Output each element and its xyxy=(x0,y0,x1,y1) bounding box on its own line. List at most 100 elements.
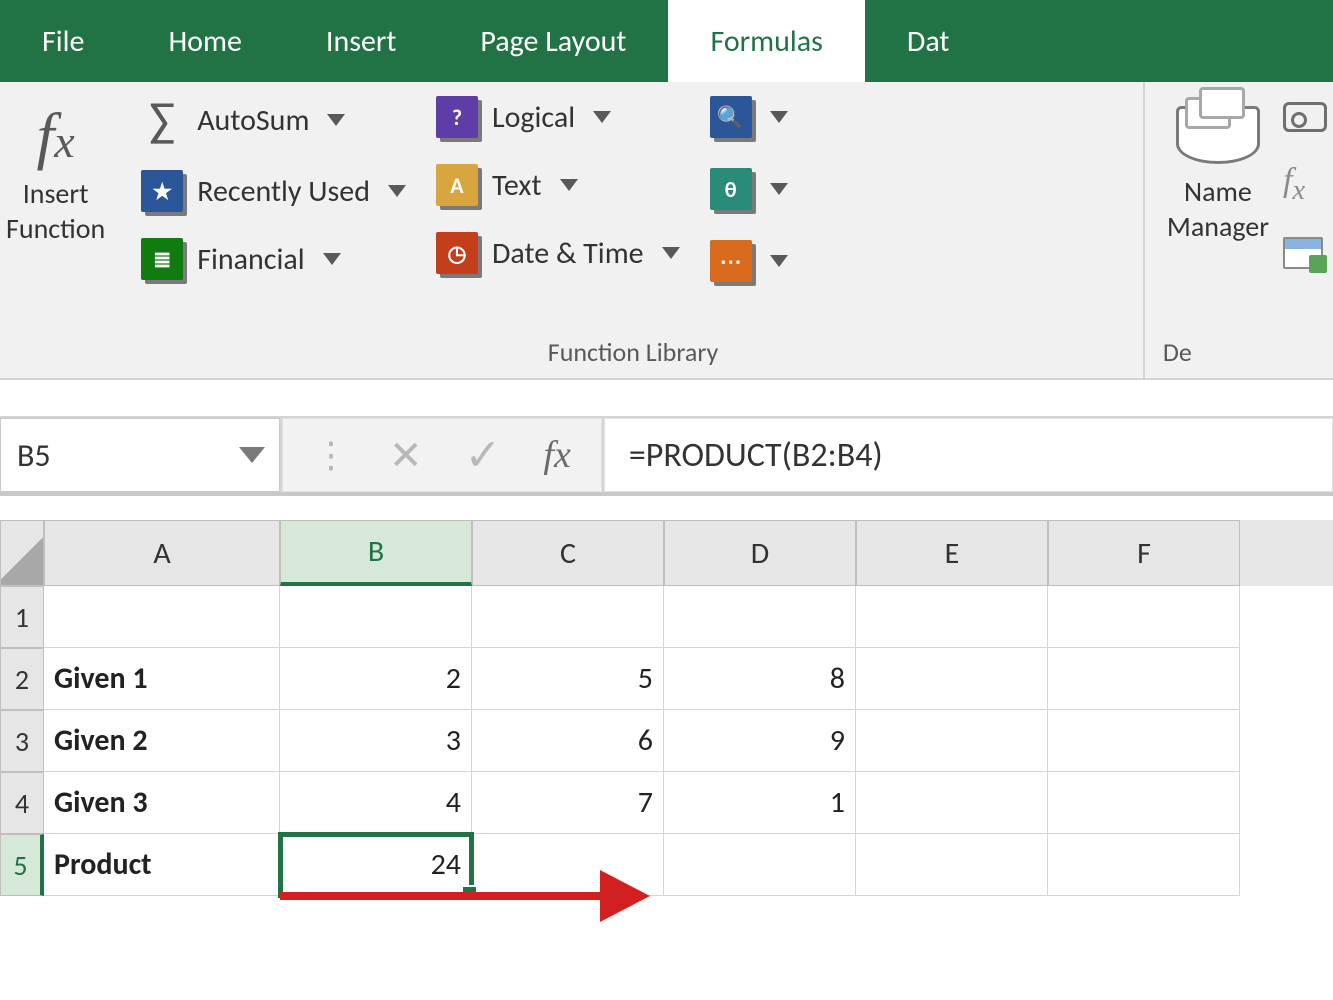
cell-C5[interactable] xyxy=(472,834,664,896)
dropdown-arrow-icon xyxy=(560,179,578,191)
fx-small-icon: fx xyxy=(1283,162,1305,207)
cell-D1[interactable] xyxy=(664,586,856,648)
create-from-selection-button[interactable] xyxy=(1283,237,1327,269)
cell-B2[interactable]: 2 xyxy=(280,648,472,710)
row-header-5[interactable]: 5 xyxy=(0,834,44,896)
formula-bar: B5 ⋮ ✕ ✓ fx =PRODUCT(B2:B4) xyxy=(0,416,1333,496)
fx-icon: fx xyxy=(37,104,75,168)
logical-button[interactable]: ? Logical xyxy=(436,96,680,138)
cell-D4[interactable]: 1 xyxy=(664,772,856,834)
ribbon-tabs: File Home Insert Page Layout Formulas Da… xyxy=(0,0,1333,82)
recently-used-button[interactable]: ★ Recently Used xyxy=(141,170,406,212)
cell-B1[interactable] xyxy=(280,586,472,648)
cell-B4[interactable]: 4 xyxy=(280,772,472,834)
formula-input[interactable]: =PRODUCT(B2:B4) xyxy=(604,418,1333,492)
more-book-icon: ⋯ xyxy=(710,240,752,282)
dropdown-arrow-icon xyxy=(770,255,788,267)
row-header-2[interactable]: 2 xyxy=(0,648,44,710)
column-headers: A B C D E F xyxy=(0,520,1333,586)
cell-A1[interactable] xyxy=(44,586,280,648)
col-header-B[interactable]: B xyxy=(280,520,472,586)
math-book-icon: θ xyxy=(710,168,752,210)
text-book-icon: A xyxy=(436,164,478,206)
name-manager-label: Name Manager xyxy=(1167,174,1269,244)
text-label: Text xyxy=(492,167,542,204)
insert-function-label: Insert Function xyxy=(6,176,105,246)
math-trig-button[interactable]: θ xyxy=(710,168,788,210)
dropdown-arrow-icon xyxy=(388,185,406,197)
tab-insert[interactable]: Insert xyxy=(284,0,439,82)
cell-E2[interactable] xyxy=(856,648,1048,710)
dropdown-arrow-icon xyxy=(770,183,788,195)
name-manager-button[interactable]: Name Manager xyxy=(1157,92,1279,328)
col-header-F[interactable]: F xyxy=(1048,520,1240,586)
tab-formulas[interactable]: Formulas xyxy=(668,0,864,82)
cell-A3[interactable]: Given 2 xyxy=(44,710,280,772)
date-time-button[interactable]: ◷ Date & Time xyxy=(436,232,680,274)
expand-formula-icon[interactable]: ⋮ xyxy=(313,433,347,477)
name-box-value: B5 xyxy=(17,436,51,475)
cell-E5[interactable] xyxy=(856,834,1048,896)
cell-E1[interactable] xyxy=(856,586,1048,648)
create-selection-icon xyxy=(1283,237,1323,269)
cell-F4[interactable] xyxy=(1048,772,1240,834)
tab-file[interactable]: File xyxy=(0,0,126,82)
cell-A4[interactable]: Given 3 xyxy=(44,772,280,834)
table-row: 2 Given 1 2 5 8 xyxy=(0,648,1333,710)
dropdown-arrow-icon xyxy=(662,247,680,259)
enter-icon[interactable]: ✓ xyxy=(465,428,502,482)
cell-E4[interactable] xyxy=(856,772,1048,834)
date-time-label: Date & Time xyxy=(492,235,644,272)
col-header-D[interactable]: D xyxy=(664,520,856,586)
row-header-4[interactable]: 4 xyxy=(0,772,44,834)
cell-D5[interactable] xyxy=(664,834,856,896)
cell-A5[interactable]: Product xyxy=(44,834,280,896)
cell-C4[interactable]: 7 xyxy=(472,772,664,834)
name-box-dropdown-icon[interactable] xyxy=(239,447,265,463)
cell-F1[interactable] xyxy=(1048,586,1240,648)
dropdown-arrow-icon xyxy=(593,111,611,123)
autosum-button[interactable]: ∑ AutoSum xyxy=(141,96,406,144)
formula-text: =PRODUCT(B2:B4) xyxy=(629,435,883,476)
use-in-formula-button[interactable]: fx xyxy=(1283,162,1327,207)
row-header-3[interactable]: 3 xyxy=(0,710,44,772)
tag-icon xyxy=(1283,102,1327,132)
financial-button[interactable]: ≣ Financial xyxy=(141,238,406,280)
cell-F3[interactable] xyxy=(1048,710,1240,772)
cancel-icon[interactable]: ✕ xyxy=(389,431,423,480)
cell-F5[interactable] xyxy=(1048,834,1240,896)
select-all-corner[interactable] xyxy=(0,520,44,586)
recently-used-label: Recently Used xyxy=(197,173,370,210)
cell-D2[interactable]: 8 xyxy=(664,648,856,710)
cell-D3[interactable]: 9 xyxy=(664,710,856,772)
text-button[interactable]: A Text xyxy=(436,164,680,206)
fx-bar-icon[interactable]: fx xyxy=(543,433,570,477)
cell-C1[interactable] xyxy=(472,586,664,648)
define-name-button[interactable] xyxy=(1283,102,1327,132)
spreadsheet-grid: A B C D E F 1 2 Given 1 2 5 8 3 xyxy=(0,520,1333,896)
cell-C3[interactable]: 6 xyxy=(472,710,664,772)
more-functions-button[interactable]: ⋯ xyxy=(710,240,788,282)
cell-B3[interactable]: 3 xyxy=(280,710,472,772)
logical-label: Logical xyxy=(492,99,575,136)
cell-E3[interactable] xyxy=(856,710,1048,772)
name-box[interactable]: B5 xyxy=(0,418,280,492)
tab-data[interactable]: Dat xyxy=(865,0,992,82)
tab-page-layout[interactable]: Page Layout xyxy=(438,0,668,82)
name-manager-icon xyxy=(1176,106,1260,164)
col-header-E[interactable]: E xyxy=(856,520,1048,586)
cell-F2[interactable] xyxy=(1048,648,1240,710)
autosum-label: AutoSum xyxy=(197,102,309,139)
col-header-C[interactable]: C xyxy=(472,520,664,586)
star-book-icon: ★ xyxy=(141,170,183,212)
table-row: 1 xyxy=(0,586,1333,648)
row-header-1[interactable]: 1 xyxy=(0,586,44,648)
cell-A2[interactable]: Given 1 xyxy=(44,648,280,710)
cell-C2[interactable]: 5 xyxy=(472,648,664,710)
lookup-reference-button[interactable]: 🔍 xyxy=(710,96,788,138)
col-header-A[interactable]: A xyxy=(44,520,280,586)
tab-home[interactable]: Home xyxy=(126,0,283,82)
table-row: 4 Given 3 4 7 1 xyxy=(0,772,1333,834)
cell-B5[interactable]: 24 xyxy=(280,834,472,896)
insert-function-button[interactable]: fx Insert Function xyxy=(0,92,111,378)
